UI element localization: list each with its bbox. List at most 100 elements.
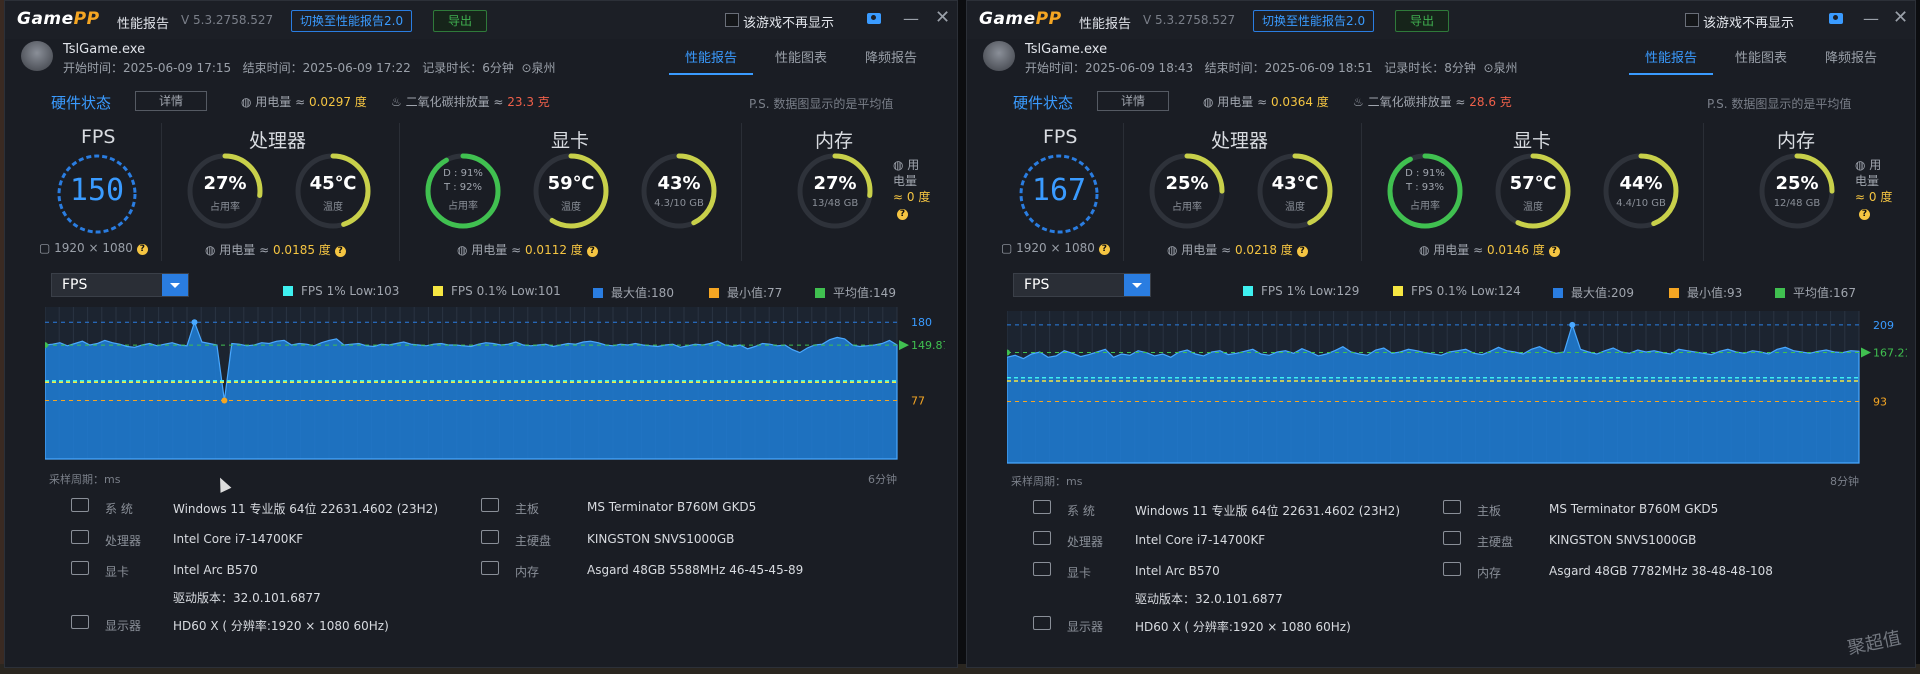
report-window-left: GamePP 性能报告 V 5.3.2758.527 切换至性能报告2.0 导出… <box>4 0 958 668</box>
tab-throttle-report[interactable]: 降频报告 <box>849 47 933 73</box>
cpu-usage-gauge: 27% 占用率 <box>185 151 265 231</box>
resolution-value: 1920 × 1080 <box>54 241 133 255</box>
gpu-temp-value: 57℃ <box>1509 173 1557 194</box>
cpu-temp-label: 温度 <box>323 202 343 213</box>
exe-name: TslGame.exe <box>1025 42 1108 57</box>
switch-report-button[interactable]: 切换至性能报告2.0 <box>291 10 413 32</box>
app-version: V 5.3.2758.527 <box>181 13 274 27</box>
legend-low1-value: 129 <box>1336 284 1360 298</box>
close-icon[interactable]: ✕ <box>935 7 950 28</box>
help-icon[interactable]: ? <box>586 246 598 257</box>
cpu-usage-label: 占用率 <box>210 202 240 213</box>
legend-avg-value: 167 <box>1833 286 1856 300</box>
help-icon[interactable]: ? <box>136 244 148 255</box>
min-label: 93 <box>1873 396 1887 409</box>
sys-gpu-value: Intel Arc B570 <box>1135 564 1220 578</box>
sys-cpu-value: Intel Core i7-14700KF <box>1135 533 1266 547</box>
gpu-power-prefix: 用电量 ≈ <box>471 243 525 257</box>
motherboard-icon <box>481 498 499 512</box>
cpu-temp-value: 43℃ <box>1271 173 1319 194</box>
help-icon[interactable]: ? <box>1548 246 1560 257</box>
monitor-icon <box>71 615 89 629</box>
power-icon: ◍ <box>1167 243 1182 257</box>
sys-cpu-key: 处理器 <box>1067 535 1104 549</box>
no-show-checkbox[interactable] <box>1685 13 1699 27</box>
mem-power-value: ≈ 0 度 <box>1855 190 1893 204</box>
mem-title: 内存 <box>1777 130 1816 152</box>
tab-throttle-report[interactable]: 降频报告 <box>1809 47 1893 73</box>
gpu-vram-value: 43% <box>657 173 701 194</box>
sys-board-key: 主板 <box>1477 504 1502 518</box>
help-icon[interactable]: ? <box>897 209 908 220</box>
camera-icon[interactable] <box>867 13 881 24</box>
gpu-power: ◍ 用电量 ≈ 0.0146 度? <box>1419 241 1560 258</box>
gamepp-logo: GamePP <box>979 9 1062 29</box>
detail-button[interactable]: 详情 <box>1097 91 1169 111</box>
gpu-usage-gauge: D : 91% T : 93% 占用率 <box>1385 151 1465 231</box>
legend-max-label: 最大值: <box>1571 286 1612 300</box>
export-button[interactable]: 导出 <box>1395 10 1449 32</box>
tab-perf-chart[interactable]: 性能图表 <box>759 47 843 73</box>
cpu-power-value: 0.0218 度 <box>1234 243 1293 257</box>
legend-avg-value: 149 <box>873 286 896 300</box>
hw-status-title: 硬件状态 <box>1013 94 1074 112</box>
metric-dropdown[interactable]: FPS <box>51 273 189 297</box>
legend-low1: FPS 1% Low:103 <box>283 284 399 298</box>
detail-button[interactable]: 详情 <box>135 91 207 111</box>
gpu-temp-gauge: 59℃ 温度 <box>531 151 611 231</box>
app-title: 性能报告 <box>117 17 170 32</box>
fps-gauge: 167 <box>1017 152 1101 236</box>
power-icon: ◍ <box>893 158 908 172</box>
power-icon: ◍ <box>1419 243 1434 257</box>
help-icon[interactable]: ? <box>1098 244 1110 255</box>
no-show-checkbox[interactable] <box>725 13 739 27</box>
minimize-icon[interactable]: — <box>1863 9 1879 28</box>
minimize-icon[interactable]: — <box>903 9 919 28</box>
legend-max-label: 最大值: <box>611 286 652 300</box>
sys-mem-key: 内存 <box>515 565 540 579</box>
titlebar: GamePP 性能报告 V 5.3.2758.527 切换至性能报告2.0 导出… <box>5 1 957 39</box>
chevron-down-icon[interactable] <box>162 274 188 296</box>
logo-pp: PP <box>1035 9 1062 29</box>
mem-usage-sub: 12/48 GB <box>1773 198 1821 209</box>
power-prefix: 用电量 ≈ <box>1217 95 1271 109</box>
resolution: ▢ 1920 × 1080? <box>1001 241 1110 255</box>
mem-usage-value: 25% <box>1775 173 1819 194</box>
close-icon[interactable]: ✕ <box>1893 7 1908 28</box>
legend-swatch <box>1393 286 1403 296</box>
location-pin-icon: ⊙ <box>1483 61 1494 75</box>
co2-prefix: 二氧化碳排放量 ≈ <box>1367 95 1470 109</box>
location: 泉州 <box>531 61 556 75</box>
sys-gpu-key: 显卡 <box>105 565 130 579</box>
camera-icon[interactable] <box>1829 13 1843 24</box>
export-button[interactable]: 导出 <box>433 10 487 32</box>
max-point <box>191 319 198 326</box>
cpu-usage-value: 25% <box>1165 173 1209 194</box>
cpu-power: ◍ 用电量 ≈ 0.0218 度? <box>1167 241 1308 258</box>
help-icon[interactable]: ? <box>334 246 346 257</box>
max-point <box>1569 321 1576 328</box>
legend-avg: 平均值:167 <box>1775 284 1856 301</box>
mem-power: ◍ 用 电量 ≈ 0 度 ? <box>893 157 930 221</box>
sys-os-value: Windows 11 专业版 64位 22631.4602 (23H2) <box>173 502 438 516</box>
metric-dropdown[interactable]: FPS <box>1013 273 1151 297</box>
gpu-t-value: T : 92% <box>443 182 483 193</box>
help-icon[interactable]: ? <box>1859 209 1870 220</box>
power-icon: ◍ <box>241 95 256 109</box>
help-icon[interactable]: ? <box>1296 246 1308 257</box>
co2-value: 28.6 克 <box>1469 95 1512 109</box>
tab-perf-report[interactable]: 性能报告 <box>669 47 753 75</box>
mem-power-line1: ◍ 用 <box>893 157 930 173</box>
total-power: ◍ 用电量 ≈ 0.0297 度 <box>241 93 367 110</box>
chevron-down-icon[interactable] <box>1124 274 1150 296</box>
cpu-temp-gauge: 45℃ 温度 <box>293 151 373 231</box>
mem-usage-sub: 13/48 GB <box>811 198 859 209</box>
tab-perf-chart[interactable]: 性能图表 <box>1719 47 1803 73</box>
co2-icon: ♨ <box>391 95 406 109</box>
legend-swatch <box>815 288 825 298</box>
exe-name: TslGame.exe <box>63 42 146 57</box>
switch-report-button[interactable]: 切换至性能报告2.0 <box>1253 10 1375 32</box>
tab-perf-report[interactable]: 性能报告 <box>1629 47 1713 75</box>
mem-power-l1: 用 <box>907 158 920 172</box>
fps-title: FPS <box>81 126 116 148</box>
